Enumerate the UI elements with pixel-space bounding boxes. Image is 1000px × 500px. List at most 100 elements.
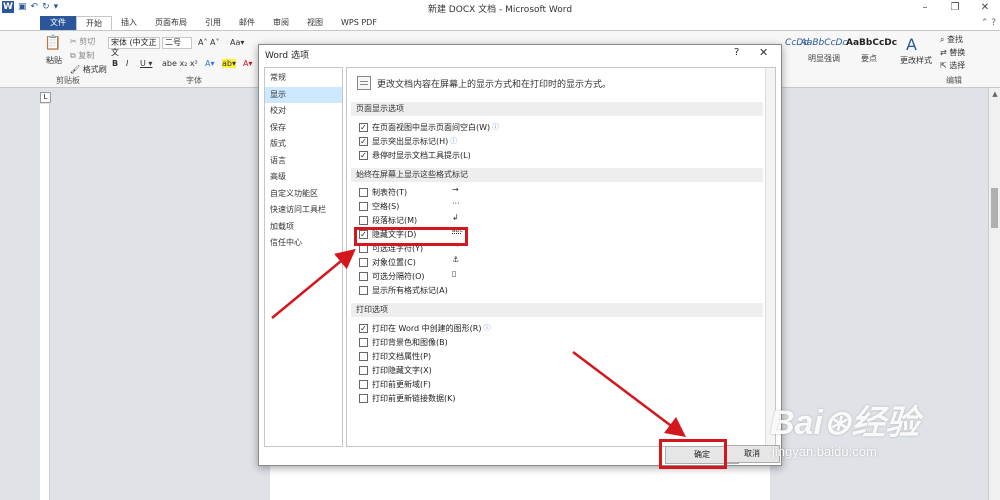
tab-mark-icon: →: [452, 185, 459, 194]
text-effects-icon[interactable]: A▾: [205, 59, 215, 68]
checkbox[interactable]: [359, 201, 368, 211]
minimize-button[interactable]: –: [910, 0, 940, 16]
bold-icon[interactable]: B: [112, 59, 118, 68]
font-color-icon[interactable]: A▾: [243, 59, 253, 68]
option-print-drawings[interactable]: ✓ 打印在 Word 中创建的图形(R) ⓘ: [359, 321, 490, 335]
nav-quick-access-toolbar[interactable]: 快速访问工具栏: [265, 202, 342, 219]
copy-button[interactable]: ⧉ 复制: [70, 50, 94, 61]
option-show-tooltips[interactable]: ✓ 悬停时显示文档工具提示(L): [359, 148, 471, 162]
option-update-fields[interactable]: 打印前更新域(F): [359, 377, 431, 391]
paste-button[interactable]: 粘贴: [46, 55, 62, 66]
option-update-links[interactable]: 打印前更新链接数据(K): [359, 391, 456, 405]
find-button[interactable]: ⌕ 查找: [940, 34, 963, 45]
option-show-highlighter[interactable]: ✓ 显示突出显示标记(H) ⓘ: [359, 134, 457, 148]
ribbon-tabs: 文件 开始 插入 页面布局 引用 邮件 审阅 视图 WPS PDF ⌃ ?: [0, 16, 1000, 30]
highlight-icon[interactable]: ab▾: [222, 59, 236, 68]
tab-view[interactable]: 视图: [298, 16, 332, 30]
checkbox[interactable]: [359, 365, 368, 375]
nav-customize-ribbon[interactable]: 自定义功能区: [265, 186, 342, 203]
info-icon: ⓘ: [450, 137, 458, 145]
cut-button[interactable]: ✂ 剪切: [70, 36, 95, 47]
display-settings-icon: [357, 76, 371, 90]
checkbox[interactable]: [359, 285, 368, 295]
option-print-background[interactable]: 打印背景色和图像(B): [359, 335, 448, 349]
checkbox[interactable]: ✓: [359, 136, 368, 146]
checkbox[interactable]: [359, 393, 368, 403]
style-key-point[interactable]: AaBbCcDc 要点: [846, 35, 897, 69]
format-painter-label: 格式刷: [82, 65, 107, 74]
baidu-watermark: Bai⊛经验 jingyan.baidu.com: [770, 395, 919, 459]
nav-layout[interactable]: 版式: [265, 136, 342, 153]
grow-font-icon[interactable]: A˄ A˅: [198, 38, 220, 47]
tab-wps-pdf[interactable]: WPS PDF: [332, 16, 386, 30]
word-options-dialog: Word 选项 ? ✕ 常规 显示 校对 保存 版式 语言 高级 自定义功能区 …: [258, 44, 782, 466]
content-header: 更改文档内容在屏幕上的显示方式和在打印时的显示方式。: [357, 76, 611, 90]
option-show-whitespace[interactable]: ✓ 在页面视图中显示页面间空白(W) ⓘ: [359, 120, 499, 134]
checkbox[interactable]: [359, 187, 368, 197]
dialog-title: Word 选项: [265, 51, 309, 61]
italic-icon[interactable]: I: [126, 59, 128, 68]
style-intense-emphasis[interactable]: AaBbCcDc 明显强调: [800, 35, 848, 69]
option-spaces[interactable]: 空格(S): [359, 199, 399, 213]
option-label: 打印文档属性(P): [372, 351, 432, 361]
option-print-hidden-text[interactable]: 打印隐藏文字(X): [359, 363, 432, 377]
section-format-marks: 始终在屏幕上显示这些格式标记: [351, 168, 763, 182]
close-window-button[interactable]: ✕: [970, 0, 1000, 16]
scroll-thumb[interactable]: [991, 188, 998, 228]
nav-add-ins[interactable]: 加载项: [265, 219, 342, 236]
restore-button[interactable]: ❐: [940, 0, 970, 16]
checkbox[interactable]: ✓: [359, 150, 368, 160]
option-optional-breaks[interactable]: 可选分隔符(O): [359, 269, 425, 283]
checkbox[interactable]: [359, 337, 368, 347]
nav-trust-center[interactable]: 信任中心: [265, 235, 342, 252]
checkbox[interactable]: ✓: [359, 323, 368, 333]
font-size-select[interactable]: 二号: [162, 37, 192, 49]
option-label: 打印背景色和图像(B): [372, 337, 448, 347]
select-button[interactable]: ⇱ 选择: [940, 60, 965, 71]
option-show-all-marks[interactable]: 显示所有格式标记(A): [359, 283, 448, 297]
tab-references[interactable]: 引用: [196, 16, 230, 30]
nav-save[interactable]: 保存: [265, 120, 342, 137]
tab-home[interactable]: 开始: [76, 16, 112, 30]
content-scrollbar[interactable]: [765, 68, 775, 446]
ruler-tab-selector[interactable]: L: [40, 92, 51, 103]
option-print-properties[interactable]: 打印文档属性(P): [359, 349, 431, 363]
underline-icon[interactable]: U ▾: [140, 59, 152, 68]
tab-page-layout[interactable]: 页面布局: [146, 16, 196, 30]
nav-display[interactable]: 显示: [265, 86, 342, 103]
checkbox[interactable]: [359, 351, 368, 361]
help-icon[interactable]: ⌃ ?: [981, 16, 996, 30]
checkbox[interactable]: ✓: [359, 122, 368, 132]
tab-file[interactable]: 文件: [40, 16, 76, 30]
change-styles-icon[interactable]: A: [906, 35, 917, 54]
option-label: 打印在 Word 中创建的图形(R): [372, 323, 482, 333]
checkbox[interactable]: [359, 257, 368, 267]
replace-button[interactable]: ⇄ 替换: [940, 47, 965, 58]
change-styles-button[interactable]: 更改样式: [900, 55, 932, 66]
vertical-scrollbar[interactable]: ▲: [988, 88, 1000, 500]
nav-proofing[interactable]: 校对: [265, 103, 342, 120]
option-tab-characters[interactable]: 制表符(T): [359, 185, 407, 199]
checkbox[interactable]: [359, 379, 368, 389]
dialog-close-button[interactable]: ✕: [759, 46, 768, 59]
option-label: 悬停时显示文档工具提示(L): [372, 150, 471, 160]
paste-icon[interactable]: 📋: [44, 35, 61, 51]
nav-language[interactable]: 语言: [265, 153, 342, 170]
option-object-anchors[interactable]: 对象位置(C): [359, 255, 416, 269]
checkbox[interactable]: [359, 215, 368, 225]
option-paragraph-marks[interactable]: 段落标记(M): [359, 213, 417, 227]
format-painter-button[interactable]: 🖌 格式刷: [70, 64, 107, 75]
scroll-up-icon[interactable]: ▲: [989, 90, 1000, 98]
section-print: 打印选项: [351, 303, 763, 317]
baidu-logo: Bai⊛经验: [770, 404, 920, 442]
change-case-icon[interactable]: Aa▾: [230, 38, 244, 47]
tab-insert[interactable]: 插入: [112, 16, 146, 30]
dialog-help-button[interactable]: ?: [734, 47, 739, 58]
font-name-select[interactable]: 宋体 (中文正文: [108, 37, 160, 57]
nav-general[interactable]: 常规: [265, 70, 342, 87]
tab-review[interactable]: 审阅: [264, 16, 298, 30]
nav-advanced[interactable]: 高级: [265, 169, 342, 186]
checkbox[interactable]: [359, 271, 368, 281]
tab-mailings[interactable]: 邮件: [230, 16, 264, 30]
strikethrough-icon[interactable]: abe x₂ x²: [162, 59, 198, 68]
